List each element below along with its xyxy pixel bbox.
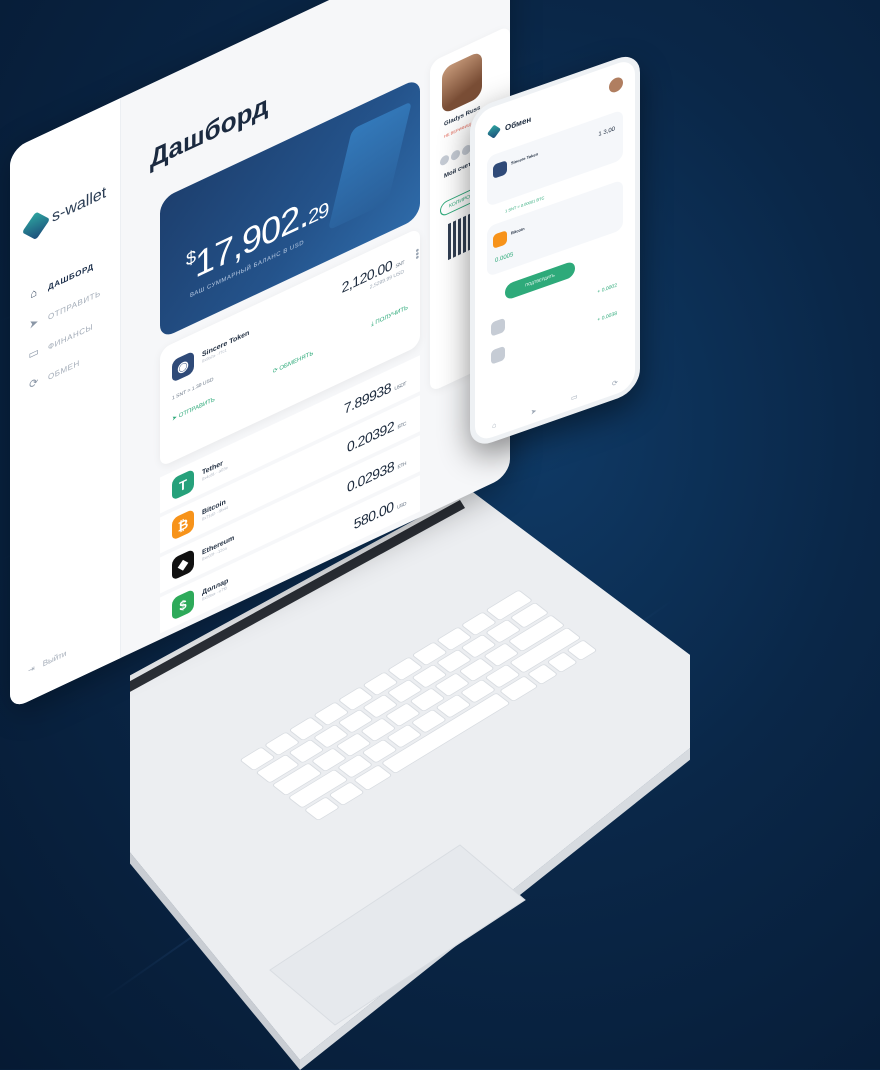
send-icon[interactable]: ➤ bbox=[531, 407, 537, 417]
wallet-icon[interactable]: ▭ bbox=[571, 392, 578, 402]
send-button[interactable]: ➤ ОТПРАВИТЬ bbox=[172, 396, 215, 423]
exchange-icon: ⟳ bbox=[29, 375, 39, 393]
logout-icon: ⇥ bbox=[28, 663, 35, 676]
avatar[interactable] bbox=[442, 50, 482, 115]
coin-icon bbox=[491, 345, 505, 365]
phone-mockup: Обмен Sincere Token 1 3,00 1 SNT = 0.000… bbox=[470, 50, 640, 450]
history-amount: + 0.0002 bbox=[597, 282, 617, 296]
receive-button[interactable]: ⤓ ПОЛУЧИТЬ bbox=[371, 305, 408, 329]
card-decoration-icon bbox=[327, 101, 413, 231]
home-icon[interactable]: ⌂ bbox=[492, 421, 496, 429]
sincere-token-icon: ◉ bbox=[172, 350, 194, 383]
phone-header: Обмен bbox=[486, 114, 532, 139]
app-logo[interactable]: s-wallet bbox=[21, 183, 107, 241]
logo-mark-icon bbox=[486, 124, 502, 139]
wallet-icon: ▭ bbox=[28, 345, 40, 363]
sincere-token-icon bbox=[493, 160, 507, 179]
to-coin-name: Bitcoin bbox=[511, 225, 525, 236]
to-amount: 0.0005 bbox=[495, 251, 514, 265]
phone-page-title: Обмен bbox=[505, 114, 532, 133]
sidebar-nav: ⌂ ДАШБОРД ➤ ОТПРАВИТЬ ▭ ФИНАНСЫ ⟳ ОБМЕН bbox=[28, 247, 101, 401]
total-balance: $17,902.29 bbox=[186, 191, 329, 287]
send-icon: ➤ bbox=[29, 315, 39, 333]
currency-symbol: $ bbox=[186, 246, 196, 271]
bitcoin-icon bbox=[493, 230, 507, 249]
avatar[interactable] bbox=[609, 75, 623, 95]
coin-icon bbox=[491, 317, 505, 337]
from-coin-name: Sincere Token bbox=[511, 151, 539, 166]
home-icon: ⌂ bbox=[30, 286, 38, 302]
exchange-button[interactable]: ⟳ ОБМЕНЯТЬ bbox=[273, 349, 314, 375]
tether-icon: T bbox=[172, 468, 194, 501]
exchange-icon[interactable]: ⟳ bbox=[612, 378, 618, 388]
logout-label: Выйти bbox=[42, 648, 67, 669]
sidebar-item-label: ОБМЕН bbox=[48, 357, 80, 382]
ethereum-icon: ◆ bbox=[172, 548, 194, 581]
from-amount: 1 3,00 bbox=[598, 126, 615, 139]
bitcoin-icon: ₿ bbox=[172, 508, 194, 541]
logout-button[interactable]: ⇥ Выйти bbox=[28, 648, 66, 675]
balance-decimals: 29 bbox=[308, 198, 329, 230]
logo-text: s-wallet bbox=[52, 183, 107, 227]
history-amount: + 0.0038 bbox=[597, 310, 617, 324]
dollar-icon: $ bbox=[172, 588, 194, 621]
logo-mark-icon bbox=[21, 211, 51, 240]
more-options-icon[interactable]: ••• bbox=[411, 246, 422, 262]
phone-bottom-nav: ⌂ ➤ ▭ ⟳ bbox=[475, 365, 635, 443]
sidebar: s-wallet ⌂ ДАШБОРД ➤ ОТПРАВИТЬ ▭ ФИНАНСЫ… bbox=[10, 97, 121, 710]
